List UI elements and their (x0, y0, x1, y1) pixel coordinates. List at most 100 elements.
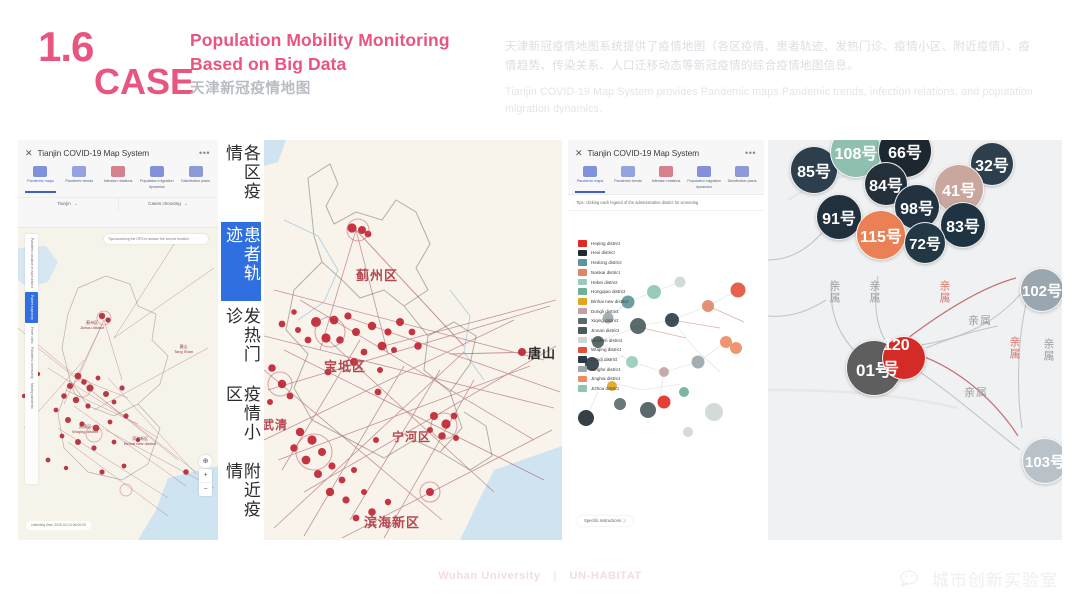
nav-item-infection-relations[interactable]: Infection relations (99, 166, 138, 190)
nav-label: Disinfection plans (727, 179, 757, 183)
credit-un-habitat: UN-HABITAT (569, 570, 642, 582)
legend-item[interactable]: Hongqiao district (578, 288, 628, 295)
legend-item[interactable]: Wuqing district (578, 346, 628, 354)
map-canvas-1[interactable]: Tips:launching the GPS to answer the cor… (18, 228, 218, 540)
legend-swatch (578, 298, 587, 305)
vtab-district-pandemic[interactable]: 各区疫情 (223, 144, 260, 216)
nav-label: Pandemic trends (65, 179, 94, 183)
edge-label-relative: 亲属 (1042, 338, 1054, 362)
zoom-out-button[interactable]: − (199, 483, 212, 496)
legend-swatch (578, 278, 587, 286)
nav-item-infection-relations[interactable]: Infection relations (647, 166, 685, 190)
legend-item[interactable]: Dongli district (578, 307, 628, 315)
cases-select[interactable]: Cases choosing ⌄ (117, 198, 219, 211)
nav-label: Pandemic maps (576, 179, 604, 183)
legend-item[interactable]: Beichen district (578, 336, 628, 344)
map2-label-binhai: 滨海新区 (364, 515, 421, 530)
screenshot-panels: ✕ Tianjin COVID-19 Map System ••• Pandem… (0, 140, 1080, 540)
legend-item[interactable]: Hexi district (578, 249, 628, 257)
rail-item-trajectory[interactable]: Patient trajectory (25, 291, 38, 323)
node-bubble[interactable]: 115号 (856, 210, 906, 260)
app-header: ✕ Tianjin COVID-19 Map System ••• Pandem… (18, 140, 218, 228)
close-icon[interactable]: ✕ (575, 148, 583, 159)
node-bubble[interactable]: 102号 (1020, 268, 1062, 312)
vtab-fever-clinic[interactable]: 发热门诊 (223, 307, 260, 379)
nav-label: Pandemic maps (27, 179, 54, 183)
page-title-en-line2: Based on Big Data (190, 54, 347, 75)
nav-active-underline (574, 191, 606, 193)
map-label-en: Wuqing district (72, 429, 99, 434)
chevron-down-icon: ⌄ (73, 201, 79, 207)
rail-item-community[interactable]: Pandemic community (25, 347, 38, 379)
map-icon (583, 166, 597, 177)
credit-separator: | (553, 570, 557, 582)
legend-item[interactable]: Binhai new district (578, 298, 628, 305)
specific-instructions-button[interactable]: Specific instructions ⓘ (577, 516, 634, 526)
panel-infection-relations-legend[interactable]: ✕ Tianjin COVID-19 Map System ••• Pandem… (568, 140, 764, 540)
legend-item[interactable]: Nankai district (578, 269, 628, 276)
map-side-rail[interactable]: Pandemic situation in each district Pati… (25, 234, 38, 484)
cases-select-value: Cases choosing (148, 201, 181, 206)
app-nav[interactable]: Pandemic maps Pandemic trends Infection … (18, 162, 218, 193)
legend-item[interactable]: Jizhou district (578, 385, 628, 392)
nav-label: Disinfection plans (181, 179, 211, 183)
case-number: 1.6 (38, 23, 94, 70)
node-bubble[interactable]: 103号 (1022, 438, 1062, 484)
legend-item[interactable]: Xiqing district (578, 317, 628, 324)
vtab-pandemic-community[interactable]: 疫情小区 (223, 385, 260, 457)
page-title-cn: 天津新冠疫情地图 (190, 81, 311, 98)
map-1-graphics (18, 228, 218, 540)
app-nav-2[interactable]: Pandemic maps Pandemic trends Infection … (568, 162, 764, 193)
nav-item-population-migration[interactable]: Population migration dynamics (137, 166, 176, 190)
nav-item-population-migration[interactable]: Population migration dynamics (685, 166, 723, 190)
legend-item[interactable]: Jinghai district (578, 375, 628, 383)
nav-item-pandemic-maps[interactable]: Pandemic maps (571, 166, 609, 193)
legend-item[interactable]: Hedong district (578, 259, 628, 266)
rail-item-nearby[interactable]: Nearby pandemic (25, 383, 38, 409)
app-titlebar: ✕ Tianjin COVID-19 Map System ••• (18, 140, 218, 162)
legend-item[interactable]: Heping district (578, 240, 628, 247)
map-label-binhai: 滨海新区 Binhai new district (124, 436, 156, 446)
more-options-icon[interactable]: ••• (745, 148, 756, 158)
zoom-controls[interactable]: + − (199, 469, 212, 496)
zoom-in-button[interactable]: + (199, 469, 212, 483)
node-bubble[interactable]: 120号 (882, 336, 926, 380)
nav-item-pandemic-maps[interactable]: Pandemic maps (21, 166, 60, 193)
rail-item-district[interactable]: Pandemic situation in each district (25, 238, 38, 288)
legend-item[interactable]: Baodi district (578, 356, 628, 363)
app-selectors[interactable]: Tianjin ⌄ Cases choosing ⌄ (18, 197, 218, 211)
nav-item-disinfection-plans[interactable]: Disinfection plans (176, 166, 215, 190)
wechat-icon (900, 569, 918, 587)
nav-item-pandemic-trends[interactable]: Pandemic trends (60, 166, 99, 190)
legend-item[interactable]: Hebei district (578, 278, 628, 286)
node-bubble[interactable]: 72号 (904, 222, 946, 264)
description-block: 天津新冠疫情地图系统提供了疫情地图（各区疫情、患者轨迹、发热门诊、疫情小区、附近… (505, 38, 1035, 117)
panel-trajectory-map[interactable]: 蓟州区 宝坻区 武清 宁河区 滨海新区 唐山 (264, 140, 562, 540)
vertical-tab-strip[interactable]: 各区疫情 患者轨迹 发热门诊 疫情小区 附近疫情 (220, 140, 262, 540)
legend-item[interactable]: Ninghe district (578, 365, 628, 373)
legend-label: Ninghe district (591, 366, 621, 372)
locate-button[interactable]: ⊕ (199, 455, 212, 468)
close-icon[interactable]: ✕ (25, 148, 33, 159)
vtab-patient-trajectory[interactable]: 患者轨迹 (221, 221, 261, 302)
map-label-jizhou: 蓟州区 Jizhou district (80, 320, 104, 330)
map-label-en: Jizhou district (80, 325, 105, 330)
vtab-nearby-pandemic[interactable]: 附近疫情 (223, 462, 260, 534)
city-select[interactable]: Tianjin ⌄ (18, 198, 118, 211)
more-options-icon[interactable]: ••• (199, 148, 210, 158)
nav-item-pandemic-trends[interactable]: Pandemic trends (609, 166, 647, 190)
people-icon (149, 166, 164, 177)
node-bubble[interactable]: 83号 (940, 202, 986, 248)
panel-relation-network-zoom[interactable]: 85号 108号 66号 32号 84号 41号 91号 98号 115号 83… (768, 140, 1062, 540)
legend-label: Beichen district (591, 337, 623, 343)
panel-pandemic-map-phone[interactable]: ✕ Tianjin COVID-19 Map System ••• Pandem… (18, 140, 218, 540)
edge-label-relative: 亲属 (1008, 336, 1020, 360)
district-legend[interactable]: Heping district Hexi district Hedong dis… (578, 240, 628, 395)
nav-item-disinfection-plans[interactable]: Disinfection plans (723, 166, 761, 190)
spray-icon (735, 166, 749, 177)
legend-item[interactable]: Jinnan district (578, 327, 628, 334)
legend-swatch (578, 240, 587, 247)
rail-item-fever-clinic[interactable]: Fever clinic (25, 327, 38, 344)
info-icon: ⓘ (622, 518, 627, 523)
nav-active-underline (24, 191, 56, 193)
